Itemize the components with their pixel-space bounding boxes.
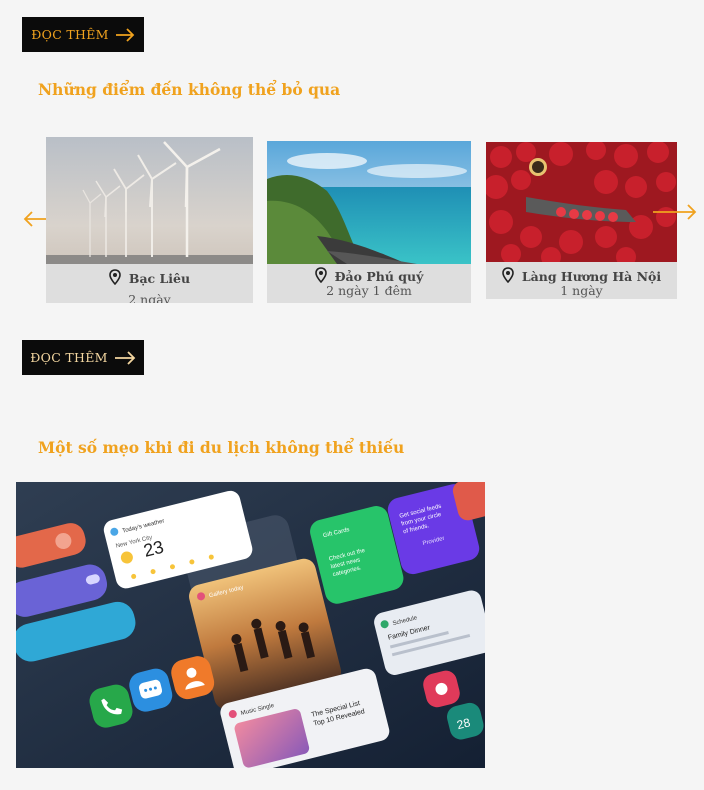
arrow-right-icon — [115, 27, 135, 42]
read-more-label: ĐỌC THÊM — [31, 27, 109, 42]
read-more-button-mid[interactable]: ĐỌC THÊM — [22, 340, 144, 375]
destination-card-dao-phu-quy[interactable]: Đảo Phú quý 2 ngày 1 đêm — [267, 141, 471, 303]
card-title: Bạc Liêu — [128, 271, 191, 286]
destination-card-bac-lieu[interactable]: Bạc Liêu 2 ngày — [46, 137, 253, 303]
island-beach-image — [267, 141, 471, 264]
tips-heading: Một số mẹo khi đi du lịch không thể thiế… — [38, 438, 405, 457]
read-more-button-top[interactable]: ĐỌC THÊM — [22, 17, 144, 52]
destination-card-lang-huong[interactable]: Làng Hương Hà Nội 1 ngày — [486, 142, 677, 299]
card-duration: 1 ngày — [560, 283, 603, 298]
wind-turbines-image — [46, 137, 253, 264]
card-title: Làng Hương Hà Nội — [521, 269, 662, 284]
destinations-heading: Những điểm đến không thể bỏ qua — [38, 80, 341, 99]
carousel-next-button[interactable] — [652, 204, 698, 224]
incense-village-image — [486, 142, 677, 262]
card-title-row: Bạc Liêu — [46, 269, 253, 288]
arrow-right-icon — [114, 350, 136, 365]
read-more-label: ĐỌC THÊM — [30, 350, 108, 365]
map-pin-icon — [109, 269, 121, 288]
arrow-right-icon — [652, 204, 698, 224]
card-duration: 2 ngày — [128, 292, 171, 303]
tips-hero-image: Today's weather New York City 23 Gallery… — [16, 482, 485, 768]
card-duration: 2 ngày 1 đêm — [326, 283, 412, 298]
card-title: Đảo Phú quý — [334, 269, 424, 284]
